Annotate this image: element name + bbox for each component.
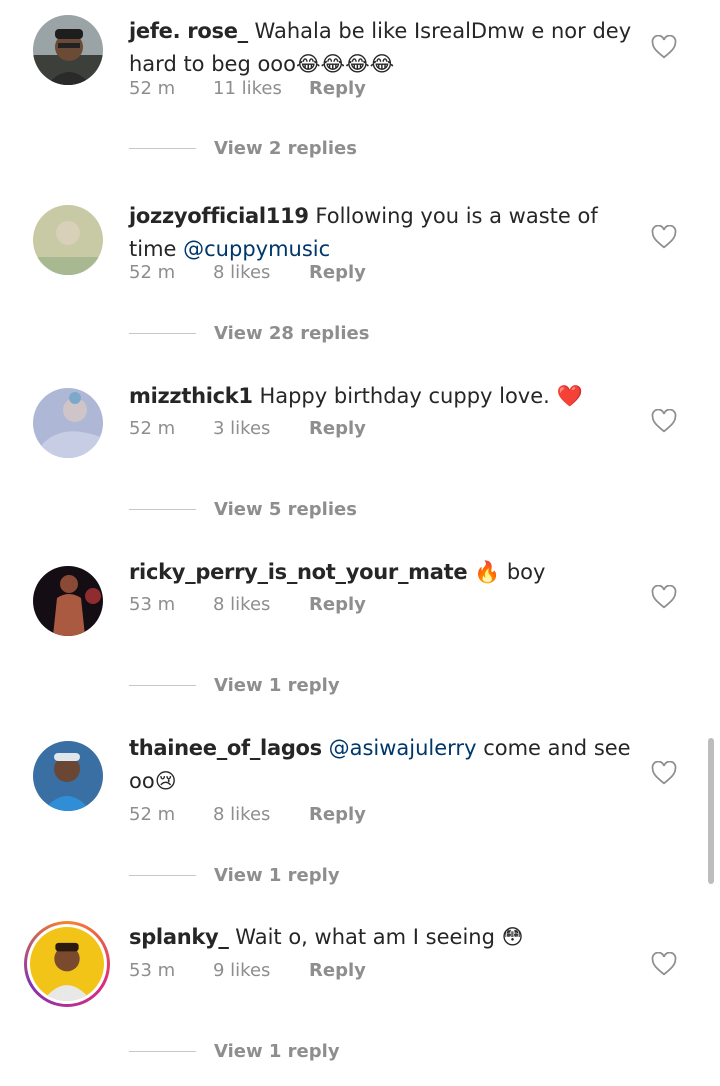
comment-likes[interactable]: 8 likes [213,262,309,283]
view-replies-button[interactable]: View 1 reply [129,863,340,887]
comment-body: 🔥 boy [474,560,546,584]
reply-button[interactable]: Reply [309,804,366,825]
view-replies-label: View 1 reply [214,674,340,696]
heart-outline-icon[interactable] [651,585,677,609]
view-replies-label: View 5 replies [214,498,357,520]
avatar-story-ring[interactable] [24,921,110,1007]
view-replies-button[interactable]: View 2 replies [129,136,357,160]
comment-meta: 52 m 8 likes Reply [129,804,366,825]
comment-time: 53 m [129,594,176,615]
divider [129,332,196,334]
comment-username[interactable]: thainee_of_lagos [129,736,322,760]
view-replies-label: View 28 replies [214,322,370,344]
view-replies-button[interactable]: View 28 replies [129,321,369,345]
comment-mention[interactable]: @asiwajulerry [329,736,477,760]
reply-button[interactable]: Reply [309,418,366,439]
avatar[interactable] [33,741,103,811]
comment-likes[interactable]: 8 likes [213,804,309,825]
comment-likes[interactable]: 9 likes [213,960,309,981]
comment-time: 52 m [129,418,176,439]
comment-likes[interactable]: 11 likes [213,78,309,99]
heart-outline-icon[interactable] [651,409,677,433]
divider [129,1050,196,1052]
view-replies-label: View 2 replies [214,137,357,159]
scrollbar[interactable] [708,738,714,884]
reply-button[interactable]: Reply [309,594,366,615]
comment-mention[interactable]: @cuppymusic [183,237,330,261]
view-replies-label: View 1 reply [214,864,340,886]
view-replies-button[interactable]: View 1 reply [129,1039,340,1063]
divider [129,147,196,149]
comment-time: 52 m [129,804,176,825]
comment-username[interactable]: splanky_ [129,925,229,949]
comment-text: ricky_perry_is_not_your_mate 🔥 boy [129,556,639,589]
heart-outline-icon[interactable] [651,761,677,785]
comment-likes[interactable]: 8 likes [213,594,309,615]
comment-likes[interactable]: 3 likes [213,418,309,439]
comment-username[interactable]: mizzthick1 [129,384,253,408]
reply-button[interactable]: Reply [309,262,366,283]
heart-outline-icon[interactable] [651,35,677,59]
comment-text: splanky_ Wait o, what am I seeing 😳 [129,921,639,954]
reply-button[interactable]: Reply [309,78,366,99]
comment-username[interactable]: jozzyofficial119 [129,204,309,228]
comment-username[interactable]: jefe. rose_ [129,19,248,43]
divider [129,684,196,686]
view-replies-label: View 1 reply [214,1040,340,1062]
avatar[interactable] [33,566,103,636]
comment-meta: 52 m 8 likes Reply [129,262,366,283]
comment-meta: 53 m 9 likes Reply [129,960,366,981]
comment-time: 52 m [129,262,176,283]
divider [129,508,196,510]
comment-username[interactable]: ricky_perry_is_not_your_mate [129,560,468,584]
divider [129,874,196,876]
comment-text: thainee_of_lagos @asiwajulerry come and … [129,732,639,798]
comment-time: 52 m [129,78,176,99]
avatar[interactable] [33,15,103,85]
comment-body: Happy birthday cuppy love. ❤️ [259,384,583,408]
heart-outline-icon[interactable] [651,952,677,976]
comment-text: jefe. rose_ Wahala be like IsrealDmw e n… [129,15,639,81]
comment-meta: 52 m 11 likes Reply [129,78,366,99]
comment-meta: 52 m 3 likes Reply [129,418,366,439]
comment-text: mizzthick1 Happy birthday cuppy love. ❤️ [129,380,639,413]
reply-button[interactable]: Reply [309,960,366,981]
comment-time: 53 m [129,960,176,981]
heart-outline-icon[interactable] [651,225,677,249]
view-replies-button[interactable]: View 1 reply [129,673,340,697]
comment-text: jozzyofficial119 Following you is a wast… [129,200,639,266]
view-replies-button[interactable]: View 5 replies [129,497,357,521]
avatar[interactable] [33,205,103,275]
avatar[interactable] [33,388,103,458]
comment-meta: 53 m 8 likes Reply [129,594,366,615]
comment-body: Wait o, what am I seeing 😳 [235,925,524,949]
